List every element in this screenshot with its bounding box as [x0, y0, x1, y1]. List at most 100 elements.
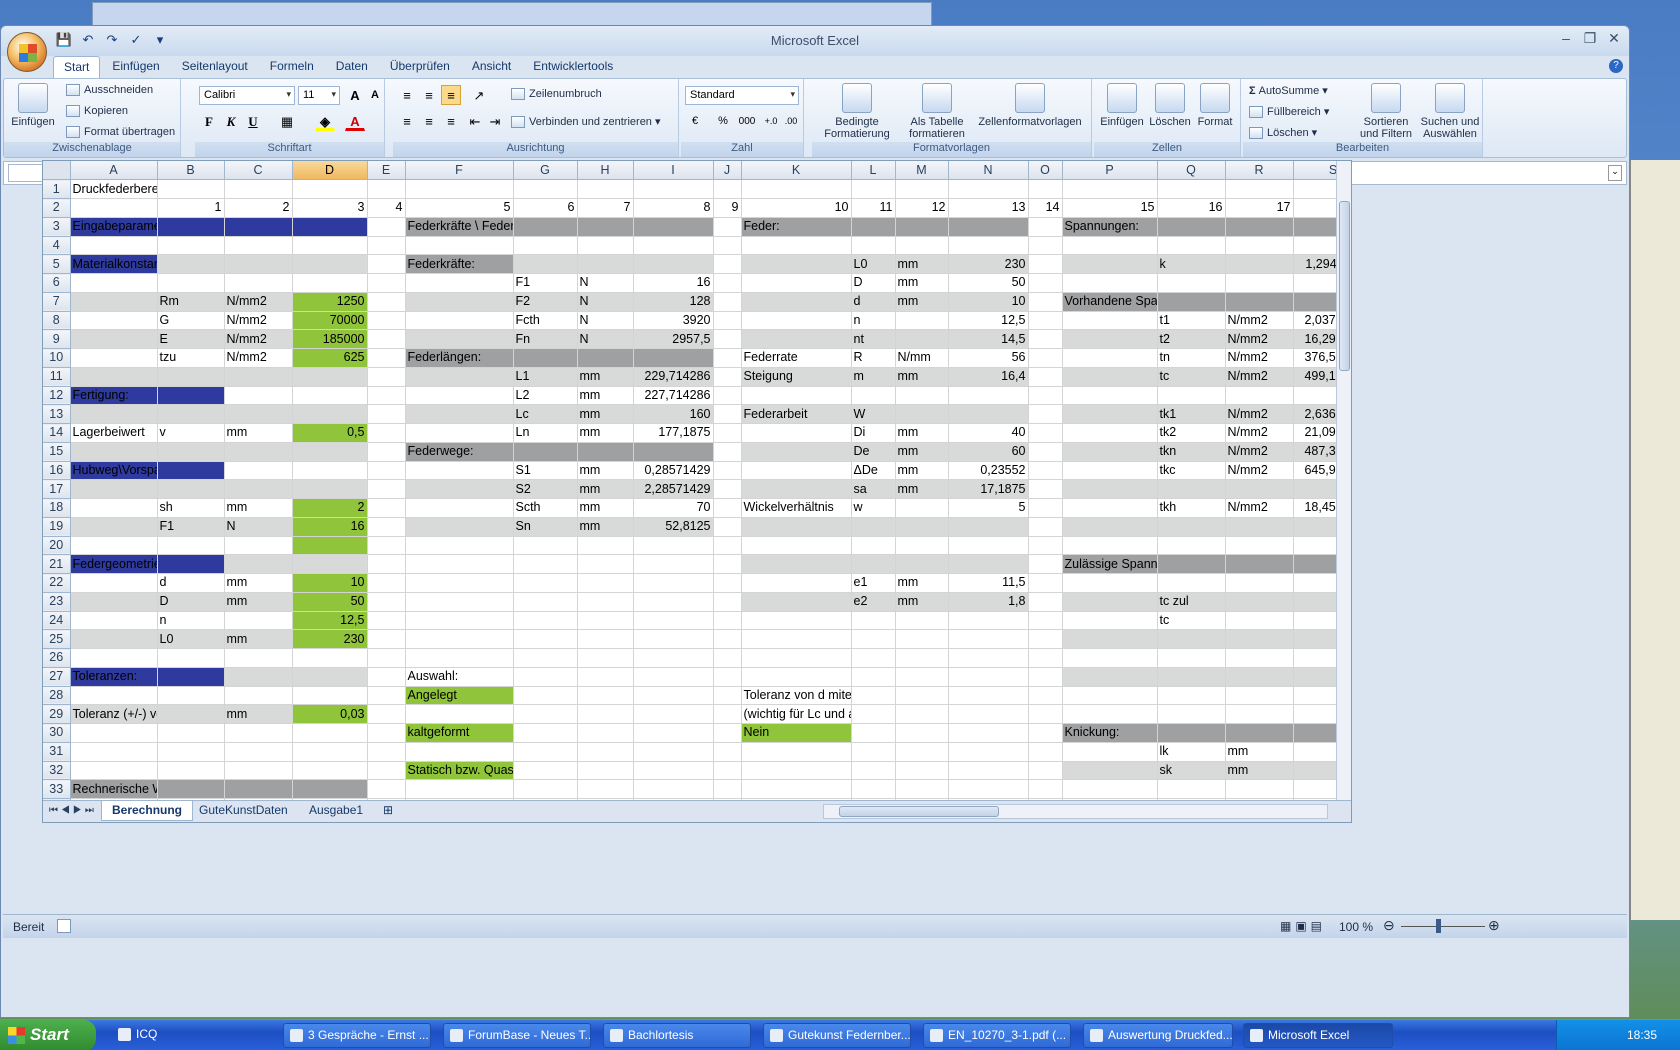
cell-q3[interactable]: [1157, 217, 1226, 237]
cell-r22[interactable]: [1225, 573, 1294, 593]
cell-b17[interactable]: [157, 479, 225, 499]
cell-p17[interactable]: [1062, 479, 1158, 499]
cell-n24[interactable]: [948, 611, 1029, 631]
column-header-k[interactable]: K: [741, 161, 852, 181]
horizontal-scroll-thumb[interactable]: [839, 806, 999, 817]
cell-q9[interactable]: t2: [1157, 329, 1226, 349]
cell-f31[interactable]: [405, 742, 514, 762]
column-header-b[interactable]: B: [157, 161, 225, 181]
decrease-decimal-icon[interactable]: .00: [781, 111, 801, 131]
cell-j5[interactable]: [713, 254, 742, 274]
zoom-out-icon[interactable]: ⊖: [1383, 917, 1395, 934]
cell-p30[interactable]: Knickung:: [1062, 723, 1158, 743]
cell-a2[interactable]: [70, 198, 158, 218]
cell-e6[interactable]: [367, 273, 406, 293]
cell-l27[interactable]: [851, 667, 896, 687]
cell-a5[interactable]: Materialkonstanten:: [70, 254, 158, 274]
cell-a28[interactable]: [70, 686, 158, 706]
cell-p29[interactable]: [1062, 704, 1158, 724]
cell-r1[interactable]: [1225, 179, 1294, 199]
cell-i15[interactable]: [633, 442, 714, 462]
cell-q21[interactable]: [1157, 554, 1226, 574]
row-header[interactable]: 22: [43, 573, 71, 593]
column-header-f[interactable]: F: [405, 161, 514, 181]
cell-i10[interactable]: [633, 348, 714, 368]
cell-i12[interactable]: 227,714286: [633, 386, 714, 406]
cell-f23[interactable]: [405, 592, 514, 612]
cell-o3[interactable]: [1028, 217, 1063, 237]
cell-p6[interactable]: [1062, 273, 1158, 293]
cell-m28[interactable]: [895, 686, 949, 706]
cell-m26[interactable]: [895, 648, 949, 668]
cell-c1[interactable]: [224, 179, 293, 199]
cell-r21[interactable]: [1225, 554, 1294, 574]
cell-r16[interactable]: N/mm2: [1225, 461, 1294, 481]
cell-p5[interactable]: [1062, 254, 1158, 274]
cell-a7[interactable]: [70, 292, 158, 312]
cell-d21[interactable]: [292, 554, 368, 574]
close-button[interactable]: ✕: [1605, 30, 1623, 47]
cell-e29[interactable]: [367, 704, 406, 724]
cell-e13[interactable]: [367, 404, 406, 424]
find-select-button[interactable]: Suchen und Auswählen: [1419, 83, 1481, 140]
cell-f14[interactable]: [405, 423, 514, 443]
cell-j11[interactable]: [713, 367, 742, 387]
cell-j24[interactable]: [713, 611, 742, 631]
column-header-p[interactable]: P: [1062, 161, 1158, 181]
cell-f21[interactable]: [405, 554, 514, 574]
cell-j25[interactable]: [713, 629, 742, 649]
cell-k5[interactable]: [741, 254, 852, 274]
cell-k8[interactable]: [741, 311, 852, 331]
cell-m9[interactable]: [895, 329, 949, 349]
cell-e31[interactable]: [367, 742, 406, 762]
cell-p20[interactable]: [1062, 536, 1158, 556]
cell-a17[interactable]: [70, 479, 158, 499]
cell-n7[interactable]: 10: [948, 292, 1029, 312]
cell-r28[interactable]: [1225, 686, 1294, 706]
cell-b24[interactable]: n: [157, 611, 225, 631]
cell-d4[interactable]: [292, 236, 368, 256]
tab-seitenlayout[interactable]: Seitenlayout: [172, 56, 258, 78]
cell-p1[interactable]: [1062, 179, 1158, 199]
cell-m10[interactable]: N/mm: [895, 348, 949, 368]
cell-f26[interactable]: [405, 648, 514, 668]
cell-r30[interactable]: [1225, 723, 1294, 743]
cell-c30[interactable]: [224, 723, 293, 743]
cell-o18[interactable]: [1028, 498, 1063, 518]
cell-r27[interactable]: [1225, 667, 1294, 687]
cell-f11[interactable]: [405, 367, 514, 387]
cell-q11[interactable]: tc: [1157, 367, 1226, 387]
cell-a8[interactable]: [70, 311, 158, 331]
cell-o25[interactable]: [1028, 629, 1063, 649]
merge-center-button[interactable]: Verbinden und zentrieren ▾: [511, 115, 661, 129]
format-painter-button[interactable]: Format übertragen: [66, 126, 175, 139]
column-header-i[interactable]: I: [633, 161, 714, 181]
cell-r26[interactable]: [1225, 648, 1294, 668]
cell-c15[interactable]: [224, 442, 293, 462]
cell-h28[interactable]: [577, 686, 634, 706]
cell-m17[interactable]: mm: [895, 479, 949, 499]
cell-g5[interactable]: [513, 254, 578, 274]
taskbar-item[interactable]: 3 Gespräche - Ernst ...: [283, 1023, 431, 1048]
cell-o8[interactable]: [1028, 311, 1063, 331]
cell-q13[interactable]: tk1: [1157, 404, 1226, 424]
cell-b32[interactable]: [157, 761, 225, 781]
cell-c16[interactable]: [224, 461, 293, 481]
cell-e19[interactable]: [367, 517, 406, 537]
cell-l19[interactable]: [851, 517, 896, 537]
cell-m25[interactable]: [895, 629, 949, 649]
cell-i27[interactable]: [633, 667, 714, 687]
cell-p24[interactable]: [1062, 611, 1158, 631]
cell-j19[interactable]: [713, 517, 742, 537]
cell-g24[interactable]: [513, 611, 578, 631]
cell-l1[interactable]: [851, 179, 896, 199]
cell-f27[interactable]: Auswahl:: [405, 667, 514, 687]
cell-d20[interactable]: [292, 536, 368, 556]
column-header-q[interactable]: Q: [1157, 161, 1226, 181]
cell-h22[interactable]: [577, 573, 634, 593]
cell-j23[interactable]: [713, 592, 742, 612]
cell-e3[interactable]: [367, 217, 406, 237]
cell-f25[interactable]: [405, 629, 514, 649]
cell-c6[interactable]: [224, 273, 293, 293]
row-header[interactable]: 16: [43, 461, 71, 481]
